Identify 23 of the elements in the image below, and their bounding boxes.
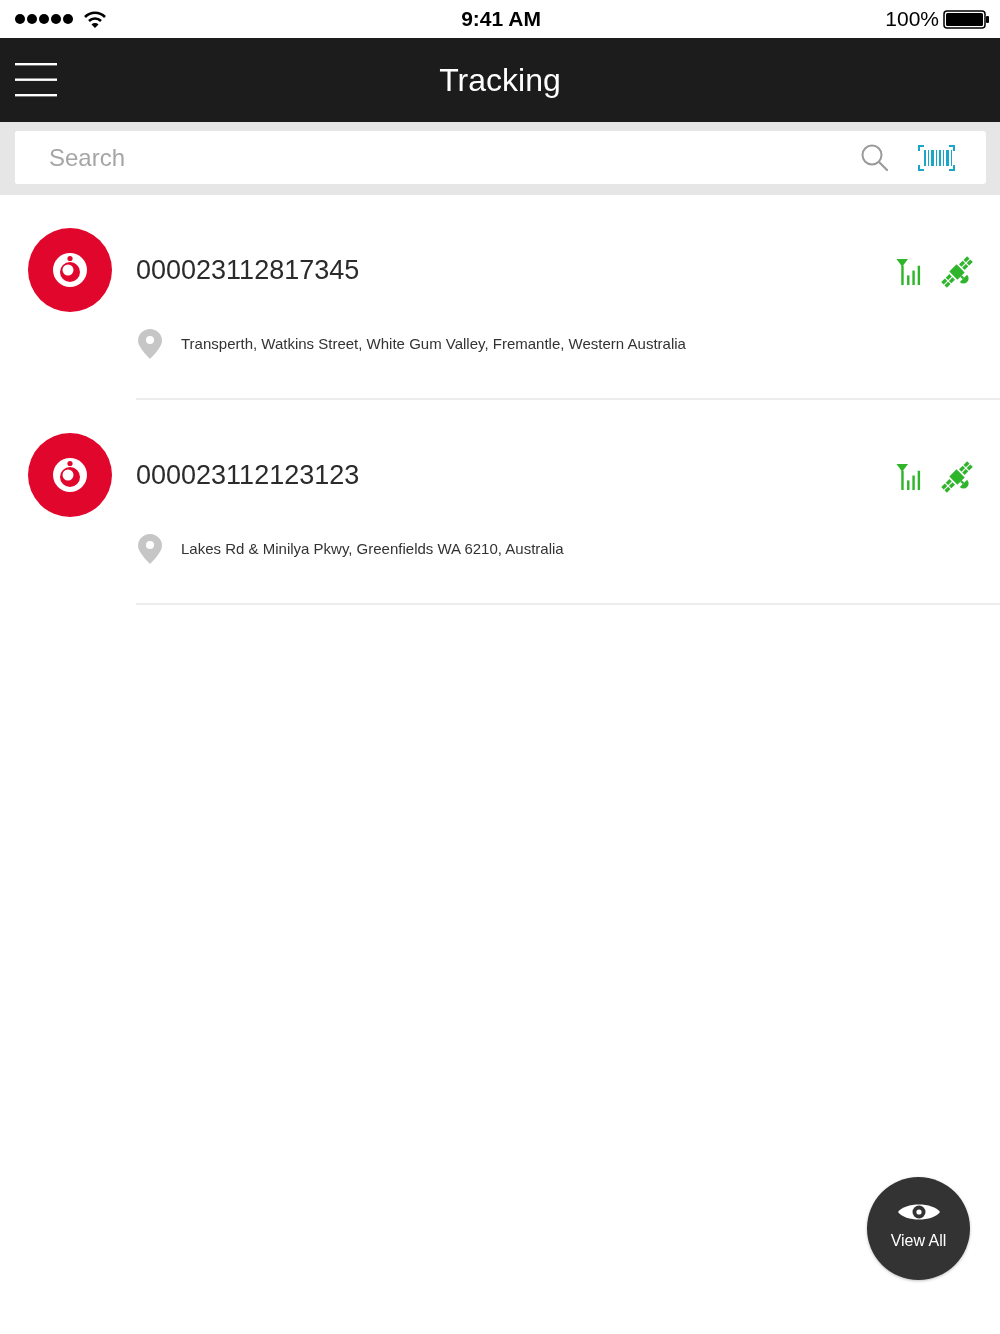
wifi-icon bbox=[84, 10, 106, 28]
page-title: Tracking bbox=[439, 64, 561, 96]
signal-dots-icon bbox=[12, 13, 76, 25]
satellite-icon bbox=[941, 461, 973, 493]
battery-percent: 100% bbox=[885, 6, 939, 33]
device-avatar-icon bbox=[28, 433, 112, 517]
location-pin-icon bbox=[138, 534, 162, 564]
signal-antenna-icon bbox=[894, 463, 923, 491]
device-address: Transperth, Watkins Street, White Gum Valley, Fremantle, Western Australia bbox=[181, 333, 686, 354]
device-id[interactable]: 000023112817345 bbox=[136, 249, 360, 291]
signal-antenna-icon bbox=[894, 258, 923, 286]
search-icon[interactable] bbox=[861, 144, 888, 171]
view-all-button[interactable]: View All bbox=[867, 1177, 970, 1280]
barcode-scan-icon[interactable] bbox=[918, 144, 955, 171]
menu-icon bbox=[15, 63, 57, 97]
device-avatar-icon bbox=[28, 228, 112, 312]
satellite-icon bbox=[941, 256, 973, 288]
device-id[interactable]: 000023112123123 bbox=[136, 454, 360, 496]
device-address: Lakes Rd & Minilya Pkwy, Greenfields WA 6210, Australia bbox=[181, 538, 564, 559]
location-pin-icon bbox=[138, 329, 162, 359]
status-time: 9:41 AM bbox=[461, 6, 541, 33]
battery-icon bbox=[943, 9, 990, 29]
menu-button[interactable] bbox=[15, 63, 57, 97]
